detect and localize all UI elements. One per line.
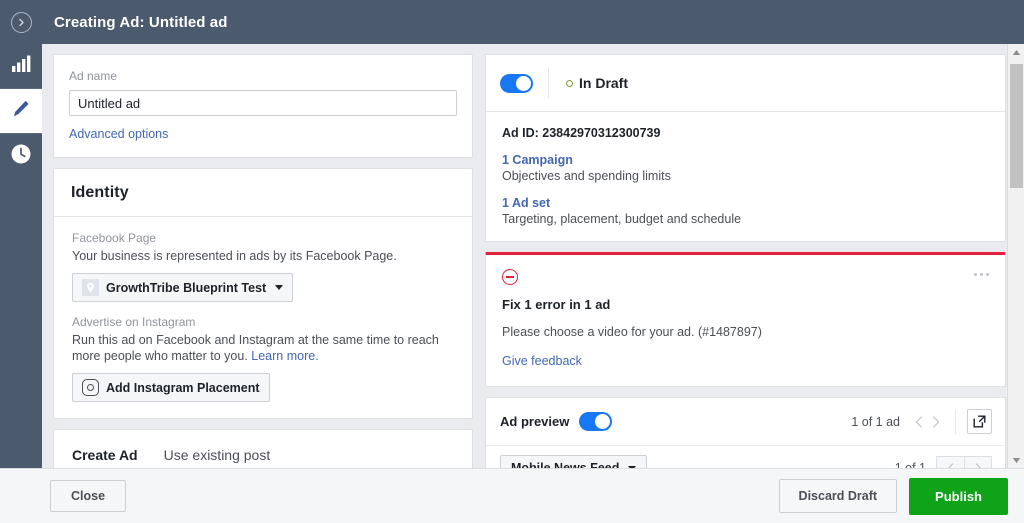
give-feedback-link[interactable]: Give feedback xyxy=(502,354,582,368)
error-header-row xyxy=(502,269,989,285)
ad-preview-count: 1 of 1 ad xyxy=(851,414,900,429)
window-header: Creating Ad: Untitled ad xyxy=(0,0,1024,44)
advanced-options-link[interactable]: Advanced options xyxy=(69,127,168,141)
instagram-learn-more-link[interactable]: Learn more. xyxy=(251,349,318,363)
facebook-page-select[interactable]: GrowthTribe Blueprint Test xyxy=(72,273,294,302)
ad-preview-header: Ad preview 1 of 1 ad xyxy=(486,398,1005,446)
sidebar-item-history[interactable] xyxy=(0,134,42,178)
ad-name-card: Ad name Advanced options xyxy=(53,54,473,158)
error-overflow-menu-icon[interactable] xyxy=(974,269,989,280)
ad-set-description: Targeting, placement, budget and schedul… xyxy=(502,212,742,226)
ad-id-text: Ad ID: 23842970312300739 xyxy=(502,126,661,140)
ad-preview-controls: 1 of 1 ad xyxy=(851,409,992,434)
instagram-description: Run this ad on Facebook and Instagram at… xyxy=(72,332,456,364)
campaign-description: Objectives and spending limits xyxy=(502,169,671,183)
ad-set-link[interactable]: 1 Ad set xyxy=(502,196,989,210)
identity-body: Facebook Page Your business is represent… xyxy=(54,217,472,418)
ad-status-row: In Draft xyxy=(486,55,1005,112)
ad-name-input[interactable] xyxy=(69,90,457,116)
identity-header: Identity xyxy=(54,169,472,217)
clock-icon xyxy=(10,143,32,170)
close-button[interactable]: Close xyxy=(50,480,127,512)
preview-prev-button[interactable] xyxy=(910,411,927,433)
campaign-link[interactable]: 1 Campaign xyxy=(502,153,989,167)
footer-bar: Close Discard Draft Publish xyxy=(0,468,1024,523)
footer-actions: Discard Draft Publish xyxy=(778,477,1008,515)
left-column: Ad name Advanced options Identity Facebo… xyxy=(42,44,473,480)
right-column: In Draft Ad ID: 23842970312300739 1 Camp… xyxy=(473,44,1006,491)
sidebar-item-edit[interactable] xyxy=(0,89,42,133)
identity-card: Identity Facebook Page Your business is … xyxy=(53,168,473,419)
instagram-icon xyxy=(82,379,99,396)
add-instagram-placement-label: Add Instagram Placement xyxy=(106,380,260,395)
ad-status-card: In Draft Ad ID: 23842970312300739 1 Camp… xyxy=(485,54,1006,242)
identity-spacer xyxy=(72,302,456,315)
error-message: Please choose a video for your ad. (#148… xyxy=(502,325,762,339)
ad-preview-title: Ad preview xyxy=(500,414,570,429)
error-card: Fix 1 error in 1 ad Please choose a vide… xyxy=(485,252,1006,387)
add-instagram-placement-button[interactable]: Add Instagram Placement xyxy=(72,373,270,402)
discard-draft-button[interactable]: Discard Draft xyxy=(778,479,898,513)
pencil-icon xyxy=(11,99,31,124)
error-minus-circle-icon xyxy=(502,269,518,285)
scroll-up-button[interactable] xyxy=(1008,44,1024,61)
instagram-label: Advertise on Instagram xyxy=(72,315,196,329)
home-button[interactable] xyxy=(0,0,42,44)
circle-chevron-right-icon xyxy=(10,11,32,33)
facebook-page-label: Facebook Page xyxy=(72,231,157,245)
ad-status-body: Ad ID: 23842970312300739 1 Campaign Obje… xyxy=(486,112,1005,241)
scroll-down-button[interactable] xyxy=(1008,452,1024,469)
ad-name-label: Ad name xyxy=(69,69,118,83)
ads-manager-window: Creating Ad: Untitled ad Ad name Untitle… xyxy=(0,0,1024,523)
bar-chart-icon xyxy=(11,55,31,78)
advanced-options-row: Advanced options xyxy=(69,125,457,143)
page-title: Creating Ad: Untitled ad xyxy=(54,13,228,31)
sidebar-item-reporting[interactable] xyxy=(0,44,42,88)
ad-status-toggle[interactable] xyxy=(500,73,533,93)
facebook-page-name: GrowthTribe Blueprint Test xyxy=(106,280,267,295)
left-sidebar xyxy=(0,44,42,523)
main-content: Ad name Advanced options Identity Facebo… xyxy=(42,44,1006,491)
status-badge: In Draft xyxy=(579,75,628,91)
facebook-page-description: Your business is represented in ads by i… xyxy=(72,249,397,263)
scrollbar-thumb[interactable] xyxy=(1010,64,1023,188)
publish-button[interactable]: Publish xyxy=(909,477,1008,515)
page-pin-icon xyxy=(82,279,99,296)
external-link-icon[interactable] xyxy=(967,409,992,434)
preview-next-button[interactable] xyxy=(927,411,944,433)
preview-divider xyxy=(955,409,956,434)
ad-preview-toggle[interactable] xyxy=(579,412,613,431)
identity-heading: Identity xyxy=(71,184,129,201)
draft-status-dot-icon xyxy=(566,79,573,87)
status-divider xyxy=(548,68,549,98)
chevron-down-icon xyxy=(275,285,284,290)
error-title: Fix 1 error in 1 ad xyxy=(502,297,611,312)
page-scrollbar[interactable] xyxy=(1007,44,1024,469)
